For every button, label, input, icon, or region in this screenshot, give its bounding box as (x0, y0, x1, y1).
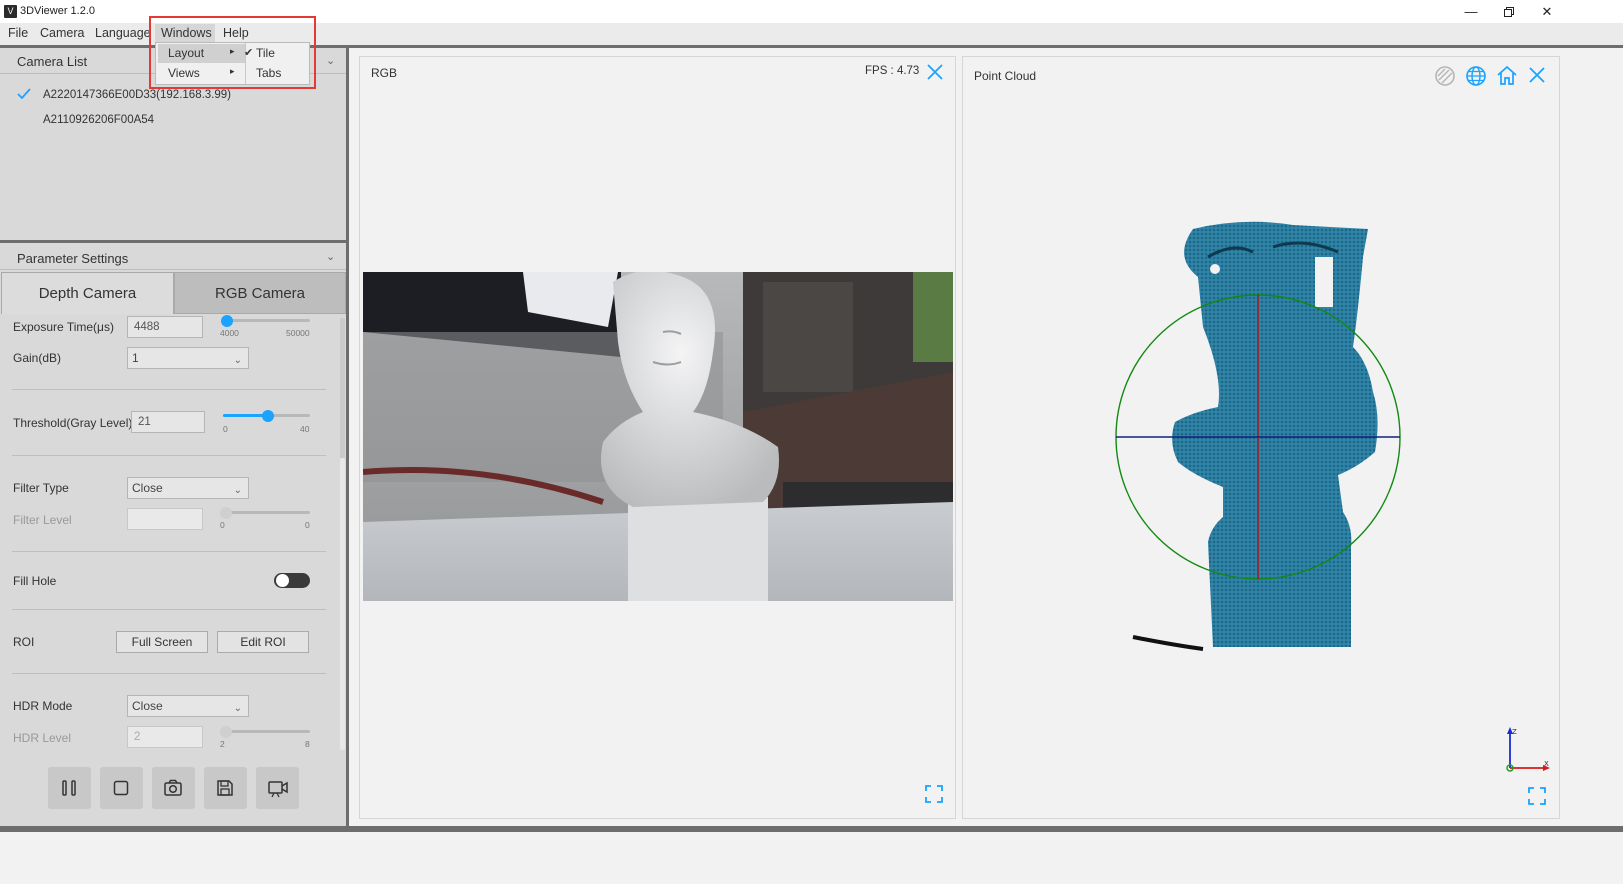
svg-text:X: X (1544, 760, 1549, 768)
gain-select[interactable]: 1 ⌄ (127, 347, 249, 369)
app-window: V 3DViewer 1.2.0 — ✕ File Camera Languag… (0, 0, 1623, 884)
save-button[interactable] (204, 767, 247, 809)
pause-icon (62, 780, 76, 796)
panel-separator (0, 240, 346, 243)
fps-readout: FPS : 4.73 (865, 65, 920, 77)
tab-rgb-camera[interactable]: RGB Camera (174, 272, 346, 314)
status-area (0, 832, 1623, 884)
threshold-min: 0 (223, 424, 228, 434)
threshold-label: Threshold(Gray Level) (13, 416, 133, 430)
stop-button[interactable] (100, 767, 143, 809)
rgb-view-title: RGB (371, 66, 398, 80)
globe-icon[interactable] (1465, 65, 1487, 87)
scrollbar-thumb[interactable] (340, 458, 345, 750)
stop-icon (113, 780, 129, 796)
threshold-input[interactable]: 21 (131, 411, 205, 433)
gain-value: 1 (132, 351, 139, 365)
menu-file[interactable]: File (8, 26, 28, 40)
parameter-settings-title: Parameter Settings (17, 251, 129, 266)
window-title: 3DViewer 1.2.0 (20, 5, 96, 17)
hdr-level-label: HDR Level (13, 731, 72, 745)
close-rgb-view-icon[interactable] (926, 63, 944, 81)
filter-level-slider-track[interactable] (223, 511, 310, 514)
edit-roi-button[interactable]: Edit ROI (217, 631, 309, 653)
minimize-icon[interactable]: — (1456, 2, 1486, 22)
fill-hole-toggle[interactable] (274, 573, 310, 588)
hdr-mode-label: HDR Mode (13, 699, 73, 713)
filter-type-select[interactable]: Close ⌄ (127, 477, 249, 499)
exposure-slider-handle[interactable] (221, 315, 233, 327)
toggle-knob (276, 574, 289, 587)
gain-label: Gain(dB) (13, 351, 62, 365)
divider (12, 673, 326, 674)
camera-item[interactable]: A2110926206F00A54 (43, 114, 154, 126)
exposure-min: 4000 (220, 328, 239, 338)
menu-camera[interactable]: Camera (40, 26, 84, 40)
hdr-level-max: 8 (305, 739, 310, 749)
annotation-highlight-box (149, 16, 316, 89)
filter-level-max: 0 (305, 520, 310, 530)
roi-label: ROI (13, 635, 35, 649)
capture-button[interactable] (152, 767, 195, 809)
divider (12, 609, 326, 610)
divider (12, 389, 326, 390)
rgb-view-panel: RGB FPS : 4.73 (359, 56, 956, 819)
pause-button[interactable] (48, 767, 91, 809)
save-icon (217, 780, 233, 796)
filter-level-input[interactable] (127, 508, 203, 530)
exposure-label: Exposure Time(μs) (13, 320, 114, 334)
hdr-mode-value: Close (132, 699, 163, 713)
wireframe-icon[interactable] (1434, 65, 1456, 87)
threshold-max: 40 (300, 424, 310, 434)
hdr-level-input[interactable]: 2 (127, 726, 203, 748)
camera-item[interactable]: A2220147366E00D33(192.168.3.99) (43, 89, 231, 101)
svg-text:Z: Z (1512, 728, 1517, 736)
filter-level-label: Filter Level (13, 513, 72, 527)
collapse-camera-list-icon[interactable]: ⌄ (326, 54, 335, 67)
hdr-level-min: 2 (220, 739, 225, 749)
point-cloud-render (1115, 221, 1401, 651)
record-button[interactable] (256, 767, 299, 809)
menu-language[interactable]: Language (95, 26, 151, 40)
rgb-camera-image (363, 272, 953, 601)
hdr-level-slider-handle[interactable] (220, 726, 232, 738)
home-icon[interactable] (1496, 64, 1518, 86)
tab-depth-camera[interactable]: Depth Camera (1, 272, 174, 314)
filter-type-value: Close (132, 481, 163, 495)
exposure-input[interactable]: 4488 (127, 316, 203, 338)
divider (12, 551, 326, 552)
threshold-slider-handle[interactable] (262, 410, 274, 422)
filter-type-label: Filter Type (13, 481, 69, 495)
point-cloud-view-panel: Point Cloud Z X (962, 56, 1560, 819)
exposure-slider-track[interactable] (223, 319, 310, 322)
divider (12, 455, 326, 456)
axis-gizmo-icon: Z X (1506, 727, 1550, 772)
fullscreen-rgb-icon[interactable] (924, 784, 944, 804)
point-cloud-view-title: Point Cloud (974, 69, 1037, 83)
chevron-down-icon: ⌄ (233, 355, 242, 366)
hdr-mode-select[interactable]: Close ⌄ (127, 695, 249, 717)
restore-icon[interactable] (1494, 2, 1524, 22)
check-icon (17, 88, 31, 100)
fill-hole-label: Fill Hole (13, 574, 57, 588)
filter-level-slider-handle[interactable] (220, 507, 232, 519)
filter-level-min: 0 (220, 520, 225, 530)
hdr-level-slider-track[interactable] (223, 730, 310, 733)
app-logo-icon: V (4, 5, 17, 18)
chevron-down-icon: ⌄ (233, 703, 242, 714)
chevron-down-icon: ⌄ (233, 485, 242, 496)
camera-list-title: Camera List (17, 54, 88, 69)
fullscreen-point-cloud-icon[interactable] (1527, 786, 1547, 806)
camera-icon (164, 779, 182, 796)
close-icon[interactable] (1528, 66, 1546, 84)
collapse-parameters-icon[interactable]: ⌄ (326, 250, 335, 263)
exposure-max: 50000 (286, 328, 310, 338)
full-screen-button[interactable]: Full Screen (116, 631, 208, 653)
record-icon (268, 781, 288, 798)
close-window-icon[interactable]: ✕ (1532, 2, 1562, 22)
